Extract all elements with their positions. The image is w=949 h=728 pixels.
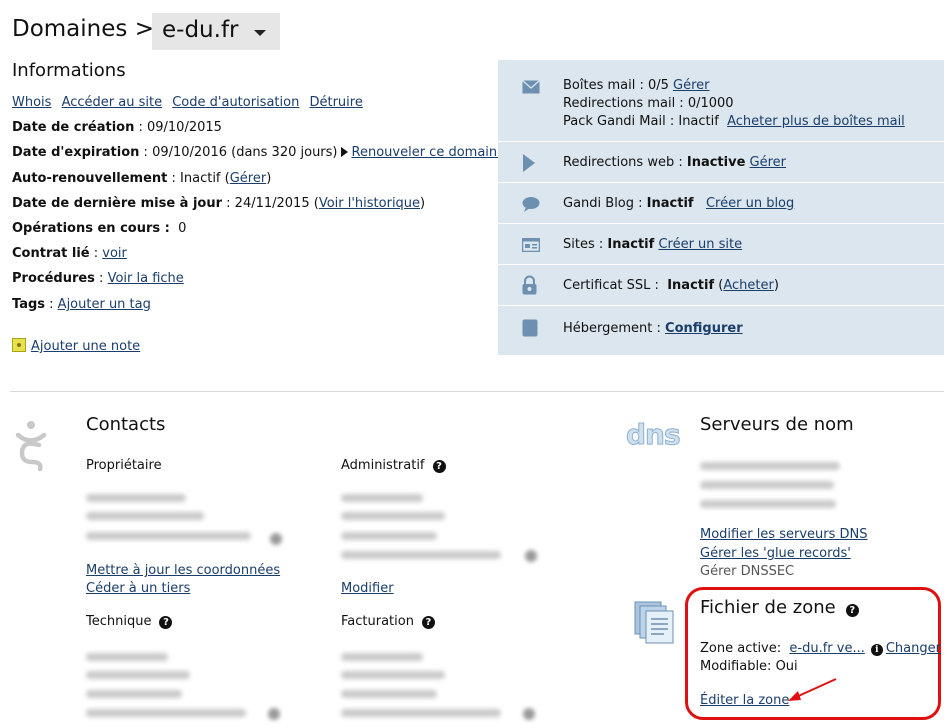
contacts-title: Contacts <box>86 414 166 435</box>
lock-icon <box>522 275 537 295</box>
help-icon[interactable]: ? <box>159 616 173 629</box>
add-tag-link[interactable]: Ajouter un tag <box>58 297 151 312</box>
blurred-text <box>86 690 182 698</box>
tech-label: Technique? <box>86 614 173 629</box>
admin-label: Administratif? <box>341 458 446 473</box>
auth-code-link[interactable]: Code d'autorisation <box>172 95 299 110</box>
visit-site-link[interactable]: Accéder au site <box>62 95 163 110</box>
auto-renewal: Auto-renouvellement : Inactif (Gérer) <box>12 171 272 186</box>
chevron-down-icon <box>254 30 266 36</box>
tags: Tags : Ajouter un tag <box>12 297 151 312</box>
dns-logo: dns <box>626 418 682 452</box>
server-icon <box>522 319 538 337</box>
blurred-text <box>341 709 501 717</box>
domain-selector-value: e-du.fr <box>162 17 239 43</box>
blurred-text <box>341 532 437 540</box>
blurred-text <box>341 671 445 679</box>
buy-ssl-link[interactable]: Acheter <box>723 278 774 293</box>
help-icon[interactable]: ? <box>845 604 859 617</box>
blurred-text <box>341 653 423 661</box>
blog-service: Gandi Blog : Inactif Créer un blog <box>498 183 944 224</box>
transfer-ownership-link[interactable]: Céder à un tiers <box>86 581 190 596</box>
active-zone-link[interactable]: e-du.fr ve... <box>789 641 864 656</box>
creation-date: Date de création : 09/10/2015 <box>12 120 222 135</box>
billing-label: Facturation? <box>341 614 435 629</box>
last-update-date: Date de dernière mise à jour : 24/11/201… <box>12 196 426 211</box>
update-contacts-link[interactable]: Mettre à jour les coordonnées <box>86 563 280 578</box>
blurred-text <box>268 708 280 720</box>
domain-quick-links: Whois Accéder au site Code d'autorisatio… <box>12 95 369 110</box>
blurred-text <box>700 500 836 508</box>
modify-admin-link[interactable]: Modifier <box>341 581 394 596</box>
linked-contract: Contrat lié : voir <box>12 246 127 261</box>
add-note[interactable]: Ajouter une note <box>12 338 140 354</box>
blurred-text <box>523 708 535 720</box>
whois-link[interactable]: Whois <box>12 95 51 110</box>
manage-web-redirect-link[interactable]: Gérer <box>750 155 786 170</box>
ops-in-progress: Opérations en cours : 0 <box>12 221 187 236</box>
hosting-service: Hébergement : Configurer <box>498 306 944 355</box>
view-contract-link[interactable]: voir <box>102 246 127 261</box>
zone-file-title: Fichier de zone? <box>700 597 859 618</box>
buy-mailboxes-link[interactable]: Acheter plus de boîtes mail <box>727 114 905 129</box>
blurred-text <box>270 533 282 545</box>
create-site-link[interactable]: Créer un site <box>658 237 742 252</box>
blurred-text <box>86 532 251 540</box>
blurred-text <box>700 481 834 489</box>
dnssec-label: Gérer DNSSEC <box>700 564 795 579</box>
informations-title: Informations <box>12 60 126 81</box>
blurred-text <box>86 494 186 502</box>
mail-icon <box>522 80 540 94</box>
manage-mailboxes-link[interactable]: Gérer <box>673 78 709 93</box>
sites-service: Sites : Inactif Créer un site <box>498 224 944 265</box>
view-procedure-link[interactable]: Voir la fiche <box>108 271 184 286</box>
blurred-text <box>700 462 840 470</box>
modify-dns-link[interactable]: Modifier les serveurs DNS <box>700 527 868 542</box>
configure-hosting-link[interactable]: Configurer <box>665 321 743 336</box>
blurred-text <box>341 551 501 559</box>
documents-stack-icon <box>634 601 674 644</box>
blurred-text <box>341 494 423 502</box>
blurred-text <box>525 550 537 562</box>
domain-selector[interactable]: e-du.fr <box>152 13 280 50</box>
play-icon <box>523 154 535 172</box>
destroy-link[interactable]: Détruire <box>309 95 362 110</box>
procedures: Procédures : Voir la fiche <box>12 271 184 286</box>
blurred-text <box>86 671 190 679</box>
blurred-text <box>86 512 204 520</box>
help-icon[interactable]: ? <box>432 460 446 473</box>
breadcrumb: Domaines > <box>12 16 154 42</box>
nameservers-title: Serveurs de nom <box>700 414 854 435</box>
red-arrow-annotation <box>788 678 837 701</box>
zone-modifiable: Modifiable: Oui <box>700 659 798 674</box>
glue-records-link[interactable]: Gérer les 'glue records' <box>700 546 851 561</box>
arrow-right-icon <box>340 147 348 157</box>
speech-bubble-icon <box>522 197 540 212</box>
active-zone: Zone active: e-du.fr ve... i Changer <box>700 641 941 656</box>
renew-domain-link[interactable]: Renouveler ce domaine <box>352 145 506 160</box>
add-note-link[interactable]: Ajouter une note <box>31 339 140 354</box>
blurred-text <box>86 709 246 717</box>
browser-window-icon <box>522 238 540 252</box>
ssl-service: Certificat SSL : Inactif (Acheter) <box>498 265 944 306</box>
manage-autorenew-link[interactable]: Gérer <box>230 171 266 186</box>
services-panel: Boîtes mail : 0/5 Gérer Redirections mai… <box>498 60 944 355</box>
help-icon[interactable]: ? <box>421 616 435 629</box>
blurred-text <box>341 512 445 520</box>
history-link[interactable]: Voir l'historique <box>319 196 420 211</box>
gandi-logo-icon <box>15 421 47 472</box>
mail-service: Boîtes mail : 0/5 Gérer Redirections mai… <box>498 60 944 142</box>
owner-label: Propriétaire <box>86 458 162 473</box>
section-divider <box>10 391 944 392</box>
info-icon: i <box>870 644 883 656</box>
note-icon <box>12 338 26 352</box>
blurred-text <box>86 653 168 661</box>
change-zone-link[interactable]: Changer <box>886 641 941 656</box>
expiration-date: Date d'expiration : 09/10/2016 (dans 320… <box>12 145 506 160</box>
web-redirect-service: Redirections web : Inactive Gérer <box>498 142 944 183</box>
create-blog-link[interactable]: Créer un blog <box>706 196 794 211</box>
blurred-text <box>341 690 437 698</box>
edit-zone-link[interactable]: Éditer la zone <box>700 693 789 708</box>
